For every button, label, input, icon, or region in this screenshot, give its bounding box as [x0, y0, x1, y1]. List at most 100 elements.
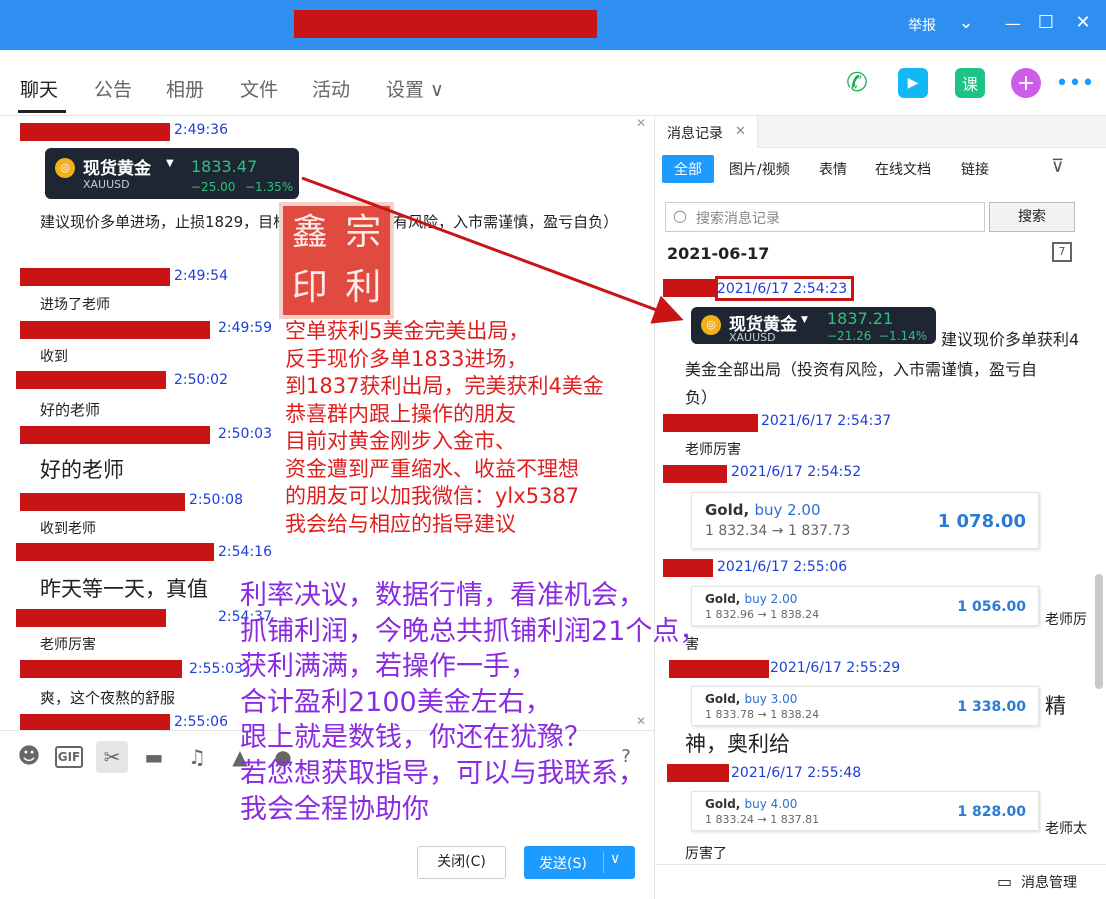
overlay-line: 目前对黄金刚步入金市、 — [285, 429, 516, 453]
more-icon[interactable]: ••• — [1056, 68, 1095, 98]
history-date: 2021-06-17 — [667, 244, 770, 263]
message-time: 2:49:36 — [174, 122, 228, 138]
history-text: 老师厉害 — [685, 442, 741, 458]
divider — [655, 864, 1106, 865]
overlay-line: 反手现价多单1833进场， — [285, 346, 528, 371]
scrollbar[interactable] — [1095, 574, 1103, 689]
overlay-line: 利率决议，数据行情，看准机会， — [240, 580, 645, 611]
search-button[interactable]: 搜索 — [989, 202, 1075, 232]
tab-activity[interactable]: 活动 — [312, 75, 350, 102]
message-time: 2:55:03 — [189, 661, 243, 677]
trade-amount: 1 338.00 — [957, 699, 1026, 715]
message-text: 老师厉害 — [40, 637, 96, 653]
send-button[interactable]: 发送(S) ∨ — [524, 846, 635, 879]
divider — [603, 852, 604, 873]
tab-message-history[interactable]: 消息记录 ✕ — [655, 116, 758, 148]
trade-card[interactable]: Gold, buy 4.00 1 833.24 → 1 837.81 1 828… — [691, 791, 1039, 831]
redacted-sender — [663, 465, 727, 483]
overlay-line: 我会全程协助你 — [240, 793, 429, 825]
message-time: 2:50:03 — [218, 426, 272, 442]
trade-route: 1 832.34 → 1 837.73 — [705, 523, 851, 539]
tab-chat[interactable]: 聊天 — [20, 75, 58, 102]
redacted-sender — [20, 493, 185, 511]
overlay-line: 恭喜群内跟上操作的朋友 — [285, 401, 516, 426]
overlay-line: 资金遭到严重缩水、收益不理想 — [285, 456, 579, 481]
trade-amount: 1 078.00 — [937, 511, 1026, 532]
music-icon[interactable]: ♫ — [183, 743, 211, 771]
trade-route: 1 833.78 → 1 838.24 — [705, 708, 820, 721]
plus-app-icon[interactable]: + — [1011, 68, 1041, 98]
trade-title: Gold, buy 4.00 — [705, 797, 798, 811]
trade-card[interactable]: Gold, buy 2.00 1 832.34 → 1 837.73 1 078… — [691, 492, 1039, 549]
redacted-sender — [20, 660, 182, 678]
gold-coin-icon: ◎ — [55, 158, 75, 178]
message-text: 爽，这个夜熬的舒服 — [40, 689, 176, 707]
phone-icon[interactable]: ✆ — [842, 68, 872, 98]
trade-title: Gold, buy 2.00 — [705, 501, 821, 519]
tab-album[interactable]: 相册 — [166, 75, 204, 102]
message-time: 2:54:16 — [218, 544, 272, 560]
tab-notice[interactable]: 公告 — [94, 75, 132, 102]
history-text: 老师厉 — [1045, 612, 1087, 628]
overlay-line: 获利满满，若操作一手， — [240, 651, 537, 683]
panel-tab-bar: 消息记录 ✕ — [655, 116, 1106, 148]
overlay-line: 抓铺利润，今晚总共抓铺利润21个点， — [240, 615, 707, 647]
collapse-icon[interactable]: ✕ — [636, 116, 646, 130]
close-icon[interactable]: ✕ — [735, 124, 746, 139]
report-link[interactable]: 举报 — [908, 15, 936, 35]
filter-all[interactable]: 全部 — [662, 155, 714, 183]
message-text: 昨天等一天，真值 — [40, 577, 208, 601]
message-manage-button[interactable]: 消息管理 — [1021, 872, 1077, 892]
trade-route: 1 832.96 → 1 838.24 — [705, 608, 820, 621]
stock-change: −21.26 — [827, 329, 872, 343]
trade-card[interactable]: Gold, buy 3.00 1 833.78 → 1 838.24 1 338… — [691, 686, 1039, 726]
video-call-icon[interactable]: ▶ — [898, 68, 928, 98]
redacted-sender — [20, 714, 170, 730]
history-text: 精 — [1045, 694, 1066, 718]
history-time: 2021/6/17 2:54:23 — [717, 281, 848, 297]
stock-card[interactable]: ◎ 现货黄金 ▼ XAUUSD 1837.21 −21.26 −1.14% — [691, 307, 936, 344]
filter-docs[interactable]: 在线文档 — [875, 159, 931, 179]
overlay-line: 跟上就是数钱，你还在犹豫？ — [240, 722, 591, 754]
nav-tabs: 聊天 公告 相册 文件 活动 设置 ∨ ✆ ▶ 课 + ••• — [0, 50, 1106, 116]
folder-icon[interactable]: ▬ — [140, 743, 168, 771]
history-time: 2021/6/17 2:55:29 — [770, 660, 901, 676]
scissors-icon[interactable]: ✂ — [96, 741, 128, 773]
close-icon[interactable]: ✕ — [1071, 12, 1095, 33]
trade-card[interactable]: Gold, buy 2.00 1 832.96 → 1 838.24 1 056… — [691, 586, 1039, 626]
close-button[interactable]: 关闭(C) — [417, 846, 506, 879]
stock-card[interactable]: ◎ 现货黄金 ▼ XAUUSD 1833.47 −25.00 −1.35% — [45, 148, 299, 199]
trade-title: Gold, buy 3.00 — [705, 692, 798, 706]
emoji-icon[interactable]: ☻ — [15, 743, 43, 771]
calendar-icon[interactable]: 7 — [1052, 242, 1072, 262]
chevron-down-icon[interactable]: ∨ — [610, 851, 620, 867]
dropdown-icon: ▼ — [166, 158, 174, 169]
tab-files[interactable]: 文件 — [240, 75, 278, 102]
gif-icon[interactable]: GIF — [55, 746, 83, 768]
search-input[interactable]: 搜索消息记录 — [665, 202, 985, 232]
overlay-line: 空单获利5美金完美出局， — [285, 319, 530, 343]
tab-settings[interactable]: 设置 ∨ — [386, 75, 444, 102]
send-label: 发送(S) — [539, 856, 587, 872]
chevron-down-icon[interactable]: ⌄ — [954, 12, 978, 33]
filter-links[interactable]: 链接 — [961, 159, 989, 179]
maximize-icon[interactable]: ☐ — [1034, 12, 1058, 33]
trade-amount: 1 056.00 — [957, 599, 1026, 615]
filter-media[interactable]: 图片/视频 — [729, 159, 790, 179]
stock-pct: −1.35% — [245, 180, 294, 194]
overlay-red-text: 空单获利5美金完美出局， 反手现价多单1833进场， 到1837获利出局，完美获… — [285, 318, 604, 538]
message-manage-icon[interactable]: ▭ — [997, 872, 1012, 891]
minimize-icon[interactable]: — — [1001, 14, 1025, 33]
message-text: 好的老师 — [40, 401, 101, 419]
dropdown-icon: ▼ — [801, 315, 808, 325]
filter-icon[interactable]: ⊽ — [1051, 156, 1064, 177]
filter-emoji[interactable]: 表情 — [819, 159, 847, 179]
stock-pct: −1.14% — [879, 329, 928, 343]
active-tab-underline — [18, 110, 66, 113]
course-icon[interactable]: 课 — [955, 68, 985, 98]
redacted-sender — [16, 609, 166, 627]
message-time: 2:49:59 — [218, 320, 272, 336]
stock-change: −25.00 — [191, 180, 236, 194]
history-text: 厉害了 — [685, 846, 727, 862]
stock-price: 1833.47 — [191, 157, 258, 176]
